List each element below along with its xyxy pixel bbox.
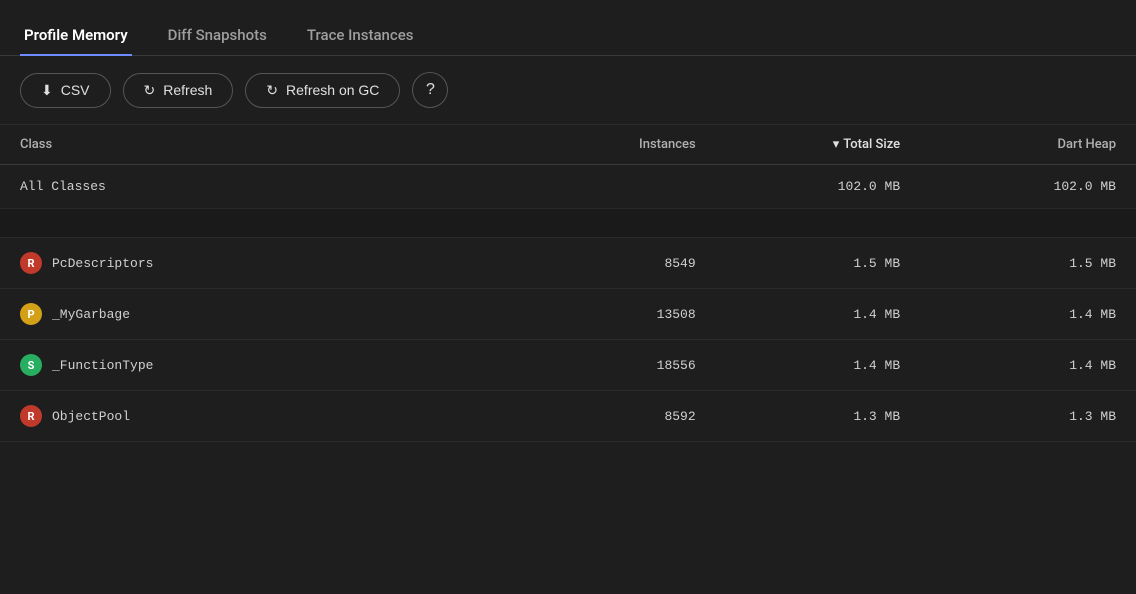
refresh-gc-icon: ↻ xyxy=(266,82,278,99)
class-name: ObjectPool xyxy=(52,409,130,424)
refresh-on-gc-button[interactable]: ↻ Refresh on GC xyxy=(245,73,400,108)
table-header-row: Class Instances ▾Total Size Dart Heap xyxy=(0,125,1136,165)
tab-trace-instances[interactable]: Trace Instances xyxy=(303,16,418,56)
column-header-dart-heap[interactable]: Dart Heap xyxy=(920,125,1136,165)
column-header-instances[interactable]: Instances xyxy=(511,125,715,165)
help-button[interactable]: ? xyxy=(412,72,448,108)
memory-table-container: Class Instances ▾Total Size Dart Heap Al… xyxy=(0,125,1136,594)
class-name: PcDescriptors xyxy=(52,256,153,271)
refresh-on-gc-label: Refresh on GC xyxy=(286,82,379,98)
table-row[interactable]: RObjectPool85921.3 MB1.3 MB xyxy=(0,391,1136,442)
toolbar: ⬇ CSV ↻ Refresh ↻ Refresh on GC ? xyxy=(0,56,1136,125)
csv-label: CSV xyxy=(61,82,90,98)
total-size-value: 1.5 MB xyxy=(716,238,920,289)
dart-heap-value: 1.4 MB xyxy=(920,340,1136,391)
dart-heap-value: 1.3 MB xyxy=(920,391,1136,442)
class-name-all: All Classes xyxy=(0,165,511,209)
sort-arrow-icon: ▾ xyxy=(833,137,840,152)
instances-value: 18556 xyxy=(511,340,715,391)
total-size-value: 1.4 MB xyxy=(716,340,920,391)
total-size-value: 102.0 MB xyxy=(716,165,920,209)
tab-profile-memory[interactable]: Profile Memory xyxy=(20,16,132,56)
download-icon: ⬇ xyxy=(41,82,53,99)
instances-value xyxy=(511,165,715,209)
dart-heap-value: 1.5 MB xyxy=(920,238,1136,289)
dart-heap-value: 102.0 MB xyxy=(920,165,1136,209)
refresh-label: Refresh xyxy=(163,82,212,98)
table-row[interactable]: P_MyGarbage135081.4 MB1.4 MB xyxy=(0,289,1136,340)
refresh-button[interactable]: ↻ Refresh xyxy=(123,73,234,108)
tab-diff-snapshots[interactable]: Diff Snapshots xyxy=(164,16,271,56)
class-badge: R xyxy=(20,252,42,274)
separator-row xyxy=(0,209,1136,238)
class-name: _MyGarbage xyxy=(52,307,130,322)
csv-button[interactable]: ⬇ CSV xyxy=(20,73,111,108)
class-badge: S xyxy=(20,354,42,376)
class-name: _FunctionType xyxy=(52,358,153,373)
column-header-total-size[interactable]: ▾Total Size xyxy=(716,125,920,165)
total-size-value: 1.4 MB xyxy=(716,289,920,340)
dart-heap-value: 1.4 MB xyxy=(920,289,1136,340)
total-size-value: 1.3 MB xyxy=(716,391,920,442)
table-row[interactable]: RPcDescriptors85491.5 MB1.5 MB xyxy=(0,238,1136,289)
column-header-class[interactable]: Class xyxy=(0,125,511,165)
class-badge: R xyxy=(20,405,42,427)
table-row[interactable]: All Classes 102.0 MB102.0 MB xyxy=(0,165,1136,209)
instances-value: 13508 xyxy=(511,289,715,340)
memory-table: Class Instances ▾Total Size Dart Heap Al… xyxy=(0,125,1136,442)
help-icon: ? xyxy=(426,81,435,99)
table-row[interactable]: S_FunctionType185561.4 MB1.4 MB xyxy=(0,340,1136,391)
class-badge: P xyxy=(20,303,42,325)
instances-value: 8592 xyxy=(511,391,715,442)
main-container: Profile Memory Diff Snapshots Trace Inst… xyxy=(0,0,1136,594)
instances-value: 8549 xyxy=(511,238,715,289)
tab-bar: Profile Memory Diff Snapshots Trace Inst… xyxy=(0,0,1136,56)
refresh-icon: ↻ xyxy=(144,82,156,99)
